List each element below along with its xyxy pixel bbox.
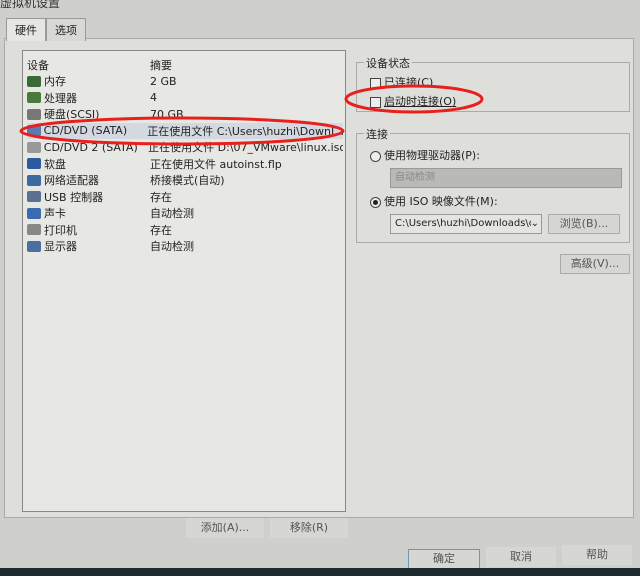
device-summary: 2 GB [150, 74, 177, 88]
device-name: USB 控制器 [44, 190, 104, 204]
device-summary: 桥接模式(自动) [150, 174, 225, 187]
device-summary: 自动检测 [150, 207, 194, 220]
device-summary: 存在 [150, 190, 172, 204]
list-item[interactable]: 内存 2 GB [27, 73, 343, 89]
printer-icon [27, 224, 41, 235]
device-name: 显示器 [44, 240, 77, 253]
list-item[interactable]: 显示器 自动检测 [27, 238, 343, 254]
device-name: CD/DVD (SATA) [43, 124, 128, 137]
iso-image-label: 使用 ISO 映像文件(M): [384, 195, 498, 208]
memory-icon [27, 75, 41, 87]
add-button[interactable]: 添加(A)... [186, 518, 264, 538]
list-item[interactable]: 处理器 4 [27, 90, 343, 106]
device-name: 硬盘(SCSI) [44, 108, 100, 121]
remove-button[interactable]: 移除(R) [270, 518, 348, 538]
checkbox-icon[interactable] [370, 96, 381, 108]
tab-options[interactable]: 选项 [46, 18, 86, 41]
floppy-icon [27, 158, 41, 169]
help-button[interactable]: 帮助 [562, 545, 632, 565]
list-item[interactable]: CD/DVD (SATA) 正在使用文件 C:\Users\huzhi\DownL… [27, 122, 343, 139]
screen-bezel [0, 568, 640, 576]
chevron-down-icon[interactable]: ⌄ [530, 215, 539, 233]
browse-button[interactable]: 浏览(B)... [548, 214, 620, 234]
window-title: 虚拟机设置 [0, 0, 61, 10]
physical-drive-select[interactable]: 自动检测 [390, 168, 622, 188]
tab-hardware[interactable]: 硬件 [6, 18, 46, 41]
device-name: 声卡 [44, 207, 66, 220]
connect-at-power-on-label: 启动时连接(O) [384, 95, 457, 108]
header-device[interactable]: 设备 [27, 57, 150, 73]
list-item[interactable]: 网络适配器 桥接模式(自动) [27, 172, 343, 188]
device-summary: 存在 [150, 223, 172, 237]
usb-icon [27, 191, 41, 202]
list-item[interactable]: 软盘 正在使用文件 autoinst.flp [27, 156, 343, 172]
checkbox-icon[interactable] [370, 77, 381, 89]
device-name: 内存 [44, 75, 66, 88]
list-item[interactable]: 声卡 自动检测 [27, 205, 343, 221]
device-summary: 正在使用文件 D:\07_VMware\linux.iso [148, 141, 343, 154]
iso-image-radio[interactable]: 使用 ISO 映像文件(M): [370, 193, 498, 209]
processor-icon [27, 92, 41, 103]
list-item[interactable]: CD/DVD 2 (SATA) 正在使用文件 D:\07_VMware\linux… [27, 139, 343, 155]
ok-button[interactable]: 确定 [408, 549, 480, 569]
device-summary: 70 GB [150, 107, 184, 121]
iso-path-value: C:\Users\huzhi\Downloads\c [395, 218, 535, 229]
radio-icon[interactable] [370, 150, 381, 162]
device-name: 打印机 [44, 223, 77, 237]
device-status-title: 设备状态 [364, 55, 412, 71]
iso-path-combobox[interactable]: C:\Users\huzhi\Downloads\c ⌄ [390, 214, 542, 234]
sound-icon [27, 207, 41, 219]
device-name: 处理器 [44, 91, 77, 105]
tab-bar: 硬件 选项 [6, 18, 86, 41]
radio-icon[interactable] [370, 196, 381, 208]
device-list: 设备 摘要 内存 2 GB 处理器 4 硬盘(SCSI) 70 GB CD/DVD (SAT… [22, 50, 346, 512]
list-item[interactable]: 打印机 存在 [27, 222, 343, 238]
list-item[interactable]: 硬盘(SCSI) 70 GB [27, 106, 343, 122]
device-summary: 正在使用文件 C:\Users\huzhi\DownL... [147, 124, 343, 138]
advanced-button[interactable]: 高级(V)... [560, 254, 630, 274]
connection-title: 连接 [364, 126, 390, 142]
physical-drive-label: 使用物理驱动器(P): [384, 149, 480, 162]
connected-label: 已连接(C) [384, 76, 434, 89]
network-icon [27, 174, 41, 186]
cd-dvd-icon [27, 141, 41, 153]
list-item[interactable]: USB 控制器 存在 [27, 189, 343, 205]
hard-disk-icon [27, 108, 41, 120]
device-summary: 自动检测 [150, 240, 194, 253]
display-icon [27, 240, 41, 252]
list-header: 设备 摘要 [27, 57, 343, 73]
cancel-button[interactable]: 取消 [486, 547, 556, 567]
device-summary: 4 [150, 91, 157, 104]
header-summary[interactable]: 摘要 [150, 57, 172, 73]
device-name: CD/DVD 2 (SATA) [43, 140, 138, 154]
device-summary: 正在使用文件 autoinst.flp [150, 157, 282, 171]
connected-checkbox[interactable]: 已连接(C) [370, 74, 433, 90]
physical-drive-radio[interactable]: 使用物理驱动器(P): [370, 147, 480, 163]
device-name: 网络适配器 [44, 174, 99, 187]
cd-dvd-icon [27, 125, 41, 136]
device-name: 软盘 [44, 157, 66, 171]
connect-at-power-on-checkbox[interactable]: 启动时连接(O) [370, 93, 456, 109]
